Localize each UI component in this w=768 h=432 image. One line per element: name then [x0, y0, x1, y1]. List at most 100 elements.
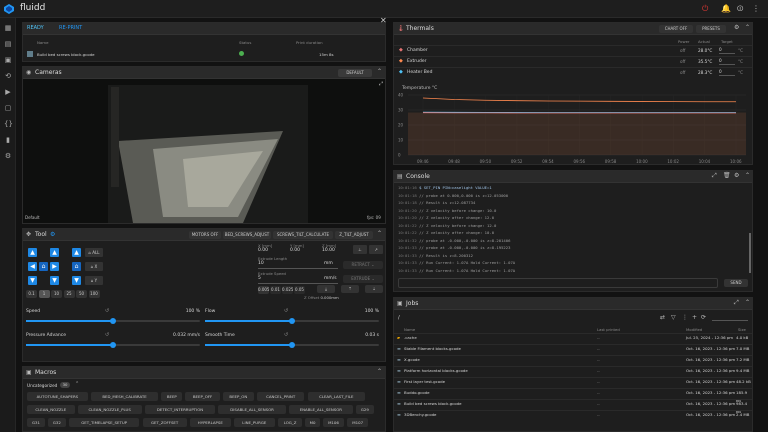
macro-button[interactable]: BEEP_OFF: [185, 392, 220, 401]
refresh-icon[interactable]: ⟳: [701, 314, 706, 321]
macro-button[interactable]: GET_ZOFFSET: [142, 418, 187, 427]
job-row[interactable]: ▬ First layer test.gcode -- Oct. 16, 2023 -…: [394, 377, 752, 385]
screws-tilt-calculate-button[interactable]: SCREWS_TILT_CALCULATE: [273, 231, 333, 239]
ready-tab[interactable]: READY: [27, 25, 44, 31]
collapse-icon[interactable]: ⌃: [377, 68, 382, 75]
macro-button[interactable]: CLEAN_NOZZLE: [27, 405, 75, 414]
jog-x-left-icon[interactable]: ◀: [28, 262, 37, 271]
send-button[interactable]: SEND: [724, 279, 748, 287]
nav-config-icon[interactable]: ▢: [4, 104, 12, 112]
home-y-button[interactable]: ⌂ Y: [85, 276, 103, 285]
pos-x-value[interactable]: 0.00: [258, 248, 268, 253]
toggle-icon[interactable]: ⇄: [660, 314, 665, 321]
emergency-stop-icon[interactable]: ⏻: [702, 4, 708, 14]
macro-button[interactable]: HYPERLAPSE: [189, 418, 231, 427]
job-row[interactable]: ▬ Build bed screws block.gcode -- Oct. 16, …: [394, 399, 752, 414]
heater-target-input[interactable]: 0: [719, 69, 735, 76]
pos-y-value[interactable]: 0.00: [290, 248, 300, 253]
slider-knob[interactable]: [110, 342, 116, 348]
pos-z-value[interactable]: 10.00: [322, 248, 335, 253]
step-size-button[interactable]: 50: [76, 290, 87, 298]
reset-icon[interactable]: ↺: [105, 308, 109, 314]
jog-z2-down-icon[interactable]: ▼: [72, 276, 81, 285]
job-row[interactable]: ▬ X.gcode -- Oct. 16, 2023 - 12:36 pm 7.2 MB: [394, 355, 752, 363]
zoffset-down-icon[interactable]: ⇣: [365, 285, 383, 293]
close-icon[interactable]: ✕: [380, 16, 387, 25]
jobs-expand-icon[interactable]: ⤢: [734, 299, 739, 307]
retract-button[interactable]: RETRACT ⌄: [343, 261, 383, 269]
slider-track[interactable]: [26, 318, 200, 324]
macro-group-label[interactable]: Uncategorized: [27, 383, 57, 388]
absolute-toggle-icon[interactable]: ↗: [369, 245, 383, 254]
jobs-collapse-icon[interactable]: ⌃: [745, 299, 750, 306]
macros-collapse-icon[interactable]: ⌃: [377, 368, 382, 375]
reprint-button[interactable]: RE-PRINT: [59, 25, 82, 31]
nav-console-icon[interactable]: ▤: [4, 40, 12, 48]
nav-timelapse-icon[interactable]: ▶: [4, 88, 12, 96]
slider-knob[interactable]: [289, 342, 295, 348]
jog-y-down-icon[interactable]: ▼: [50, 276, 59, 285]
menu-icon[interactable]: ⋮: [752, 4, 760, 13]
macro-button[interactable]: CLEAN_NOZZLE_PLUS: [77, 405, 142, 414]
console-collapse-icon[interactable]: ⌃: [745, 172, 750, 179]
macro-button[interactable]: DISABLE_ALL_SENSOR: [218, 405, 286, 414]
home-x-button[interactable]: ⌂ X: [85, 262, 103, 271]
macro-button[interactable]: GET_TIMELAPSE_SETUP: [68, 418, 140, 427]
nav-settings-icon[interactable]: ⚙: [4, 152, 12, 160]
presets-button[interactable]: PRESETS: [696, 25, 726, 33]
console-clear-icon[interactable]: 🗑: [723, 172, 731, 179]
bed-screws-adjust-button[interactable]: BED_SCREWS_ADJUST: [223, 231, 271, 239]
slider-track[interactable]: [205, 318, 379, 324]
macro-button[interactable]: BEEP_ON: [222, 392, 254, 401]
zoffset-0005-button[interactable]: 0.005: [258, 286, 269, 294]
console-scrollbar[interactable]: [749, 233, 751, 273]
macro-button[interactable]: CANCEL_PRINT: [256, 392, 305, 401]
power-icon[interactable]: ⏼: [737, 4, 743, 14]
zoffset-up-icon[interactable]: ⇡: [341, 285, 359, 293]
console-input[interactable]: [398, 278, 718, 288]
camera-view[interactable]: Default fps: 09 ⤢: [23, 79, 385, 223]
tool-collapse-icon[interactable]: ⌃: [377, 230, 382, 237]
step-size-button[interactable]: 0.1: [26, 290, 37, 298]
step-size-button[interactable]: 25: [63, 290, 75, 298]
motors-off-button[interactable]: MOTORS OFF: [189, 231, 221, 239]
extrude-speed-input[interactable]: 5 mm/s: [258, 276, 338, 284]
macro-button[interactable]: G29: [355, 405, 374, 414]
chart-off-button[interactable]: CHART OFF: [659, 25, 693, 33]
thermals-settings-icon[interactable]: ⚙: [734, 24, 739, 31]
macro-button[interactable]: ENABLE_ALL_SENSOR: [288, 405, 353, 414]
z-tilt-adjust-button[interactable]: Z_TILT_ADJUST: [335, 231, 373, 239]
zoffset-0025-button[interactable]: 0.025: [282, 286, 293, 294]
macro-button[interactable]: LOG_Z: [277, 418, 303, 427]
home-z-icon[interactable]: ⌂: [72, 262, 81, 271]
nav-system-icon[interactable]: ▮: [4, 136, 12, 144]
jobs-search-input[interactable]: [712, 315, 748, 321]
macro-button[interactable]: LINE_PURGE: [233, 418, 275, 427]
slider-knob[interactable]: [110, 318, 116, 324]
console-expand-icon[interactable]: ⤢: [712, 172, 717, 180]
job-row[interactable]: ▰ .cache -- Jul. 25, 2024 - 12:36 pm 4.0 kB: [394, 333, 752, 341]
nav-dashboard-icon[interactable]: ▦: [4, 24, 12, 32]
console-output[interactable]: 10:01:16 $ SET_PIN PIN=caselight VALUE=1…: [394, 183, 752, 275]
jog-x-right-icon[interactable]: ▶: [50, 262, 59, 271]
nav-history-icon[interactable]: ⟲: [4, 72, 12, 80]
tool-settings-icon[interactable]: ⚙: [50, 231, 55, 238]
zoffset-save-icon[interactable]: ⤓: [317, 285, 335, 293]
macro-button[interactable]: M0: [305, 418, 320, 427]
zoffset-005-button[interactable]: 0.05: [294, 286, 305, 294]
heater-target-input[interactable]: 0: [719, 47, 735, 54]
home-all-button[interactable]: ⌂ ALL: [85, 248, 103, 257]
zoffset-001-button[interactable]: 0.01: [270, 286, 281, 294]
console-settings-icon[interactable]: ⚙: [734, 172, 739, 179]
nav-macros-icon[interactable]: {}: [4, 120, 13, 128]
slider-track[interactable]: [26, 342, 200, 348]
step-size-button[interactable]: 10: [51, 290, 62, 298]
slider-knob[interactable]: [289, 318, 295, 324]
macro-button[interactable]: BEEP: [161, 392, 183, 401]
fullscreen-icon[interactable]: ⤢: [379, 81, 383, 87]
macro-button[interactable]: BED_MESH_CALIBRATE: [90, 392, 159, 401]
macro-button[interactable]: G31: [27, 418, 45, 427]
jog-z-down-icon[interactable]: ▼: [28, 276, 37, 285]
macro-button[interactable]: AUTOTUNE_SHAPERS: [27, 392, 88, 401]
macro-button[interactable]: M106: [322, 418, 345, 427]
